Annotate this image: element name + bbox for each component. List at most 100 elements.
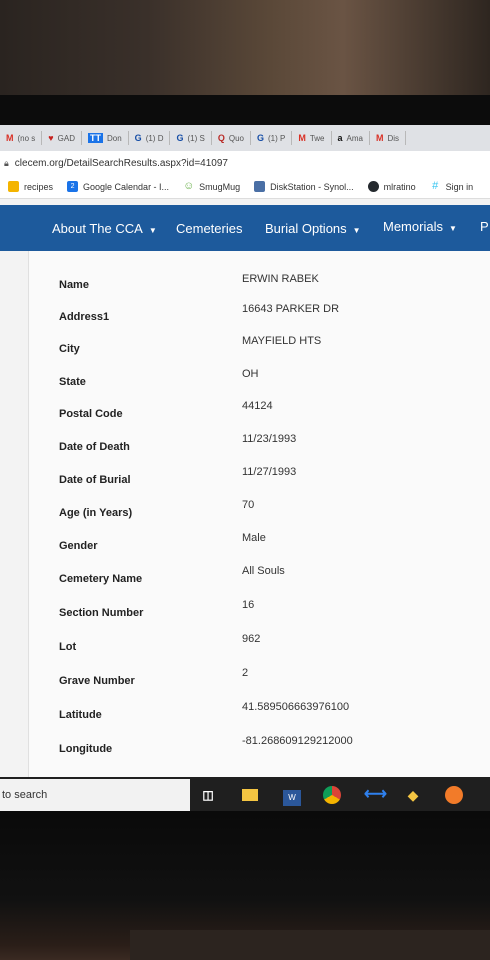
nav-label: Burial Options (265, 221, 347, 236)
file-explorer-icon[interactable] (240, 785, 260, 805)
calendar-icon: 2 (67, 181, 79, 192)
browser-tab[interactable]: TT Don (82, 131, 129, 145)
tab-label: Twe (309, 133, 325, 143)
bookmark-github[interactable]: mlratino (367, 181, 416, 192)
url-text[interactable]: clecem.org/DetailSearchResults.aspx?id=4… (15, 158, 228, 169)
tab-label: Quo (228, 133, 244, 143)
record-row: Longitude -81.268609129212000 (29, 735, 490, 771)
folder-icon (8, 181, 19, 192)
record-value: 16 (242, 599, 255, 611)
caret-down-icon: ▼ (148, 226, 157, 235)
search-placeholder: to search (2, 789, 48, 801)
bookmark-recipes[interactable]: recipes (8, 181, 53, 192)
nav-burial-options[interactable]: Burial Options ▼ (265, 221, 361, 236)
browser-tab[interactable]: G (1) P (251, 131, 293, 145)
taskbar: to search ◫ W ⟷ ◆ (0, 777, 490, 811)
record-label: Grave Number (59, 675, 135, 687)
task-view-icon[interactable]: ◫ (198, 785, 218, 805)
tab-label: Don (106, 133, 122, 143)
browser-tab[interactable]: M Dis (370, 131, 407, 145)
browser-tab[interactable]: ♥ GAD (42, 131, 82, 145)
bookmark-sign-in[interactable]: # Sign in (430, 180, 473, 192)
gmail-icon: M (375, 133, 384, 143)
nav-label: P (480, 219, 489, 234)
record-row: Lot 962 (29, 633, 490, 669)
record-label: Date of Death (59, 441, 130, 453)
tab-label: Dis (387, 133, 400, 143)
diskstation-icon (254, 181, 266, 192)
record-row: City MAYFIELD HTS (29, 335, 490, 371)
record-label: City (59, 343, 80, 355)
gmail-icon: M (6, 133, 14, 143)
record-value: 962 (242, 633, 261, 645)
bookmark-google-calendar[interactable]: 2 Google Calendar - I... (67, 181, 169, 192)
browser-tab[interactable]: M Twe (292, 131, 332, 145)
tab-label: (1) S (187, 133, 205, 143)
bookmark-label: Google Calendar - I... (83, 181, 170, 192)
word-icon[interactable]: W (282, 785, 302, 806)
record-row: Date of Death 11/23/1993 (29, 433, 490, 469)
github-icon (367, 181, 379, 192)
record-row: Grave Number 2 (29, 667, 490, 703)
tab-label: (1) D (145, 133, 164, 143)
record-label: State (59, 376, 86, 388)
nav-memorials[interactable]: Memorials ▼ (383, 219, 457, 234)
bookmark-label: SmugMug (199, 181, 241, 192)
browser-tab[interactable]: M (no s (0, 131, 43, 145)
record-value: 41.589506663976100 (242, 701, 350, 713)
record-row: Postal Code 44124 (29, 400, 490, 436)
tab-label: (1) P (267, 133, 286, 143)
record-row: Latitude 41.589506663976100 (29, 701, 490, 737)
record-value: ERWIN RABEK (242, 273, 319, 285)
record-value: MAYFIELD HTS (242, 335, 322, 347)
nav-label: About The CCA (52, 221, 143, 236)
record-label: Date of Burial (59, 474, 131, 486)
git-icon[interactable]: ◆ (403, 785, 423, 805)
bookmark-label: mlratino (383, 181, 416, 192)
record-label: Lot (59, 641, 77, 653)
quora-icon: Q (217, 133, 225, 143)
bookmarks-bar: recipes 2 Google Calendar - I... ☺ SmugMug… (0, 175, 490, 199)
nav-about[interactable]: About The CCA ▼ (52, 221, 157, 236)
firefox-icon[interactable] (444, 785, 464, 805)
record-row: Section Number 16 (29, 599, 490, 635)
site-nav: About The CCA ▼ Cemeteries Burial Options… (0, 205, 490, 251)
monitor-bezel (0, 95, 490, 125)
nav-label: Memorials (383, 219, 443, 234)
address-bar[interactable]: 🔒︎ clecem.org/DetailSearchResults.aspx?i… (0, 151, 490, 175)
record-label: Postal Code (59, 408, 123, 420)
record-label: Gender (59, 540, 98, 552)
browser-tab[interactable]: a Ama (332, 131, 370, 145)
tab-strip: M (no s ♥ GAD TT Don G (1) D G (1) S Q Quo G (1… (0, 125, 490, 151)
record-value: 70 (242, 499, 255, 511)
record-label: Address1 (59, 311, 110, 323)
record-label: Age (in Years) (59, 507, 133, 519)
record-value: 16643 PARKER DR (242, 303, 340, 315)
browser-window: M (no s ♥ GAD TT Don G (1) D G (1) S Q Quo G (1… (0, 125, 490, 810)
lock-icon: 🔒︎ (4, 157, 9, 168)
browser-tab[interactable]: Q Quo (212, 131, 251, 145)
record-value: 44124 (242, 400, 273, 412)
record-value: Male (242, 532, 266, 544)
record-label: Section Number (59, 607, 144, 619)
slack-icon: # (432, 180, 439, 192)
chrome-icon[interactable] (322, 785, 342, 805)
browser-tab[interactable]: G (1) S (170, 131, 212, 145)
vscode-icon[interactable]: ⟷ (364, 785, 387, 805)
nav-more[interactable]: P (480, 219, 489, 234)
g-icon: G (176, 133, 184, 143)
caret-down-icon: ▼ (352, 226, 361, 235)
taskbar-search[interactable]: to search (0, 779, 190, 811)
record-value: All Souls (242, 565, 285, 577)
bookmark-label: recipes (24, 181, 54, 192)
tab-label: (no s (17, 133, 36, 143)
bookmark-smugmug[interactable]: ☺ SmugMug (183, 181, 240, 192)
nav-cemeteries[interactable]: Cemeteries (176, 221, 242, 236)
record-detail: Name ERWIN RABEK Address1 16643 PARKER DR Ci… (28, 251, 490, 796)
record-value: OH (242, 368, 259, 380)
bookmark-label: DiskStation - Synol... (270, 181, 354, 192)
browser-tab[interactable]: G (1) D (129, 131, 171, 145)
amazon-icon: a (337, 133, 343, 143)
record-label: Name (59, 279, 89, 291)
bookmark-diskstation[interactable]: DiskStation - Synol... (254, 181, 354, 192)
